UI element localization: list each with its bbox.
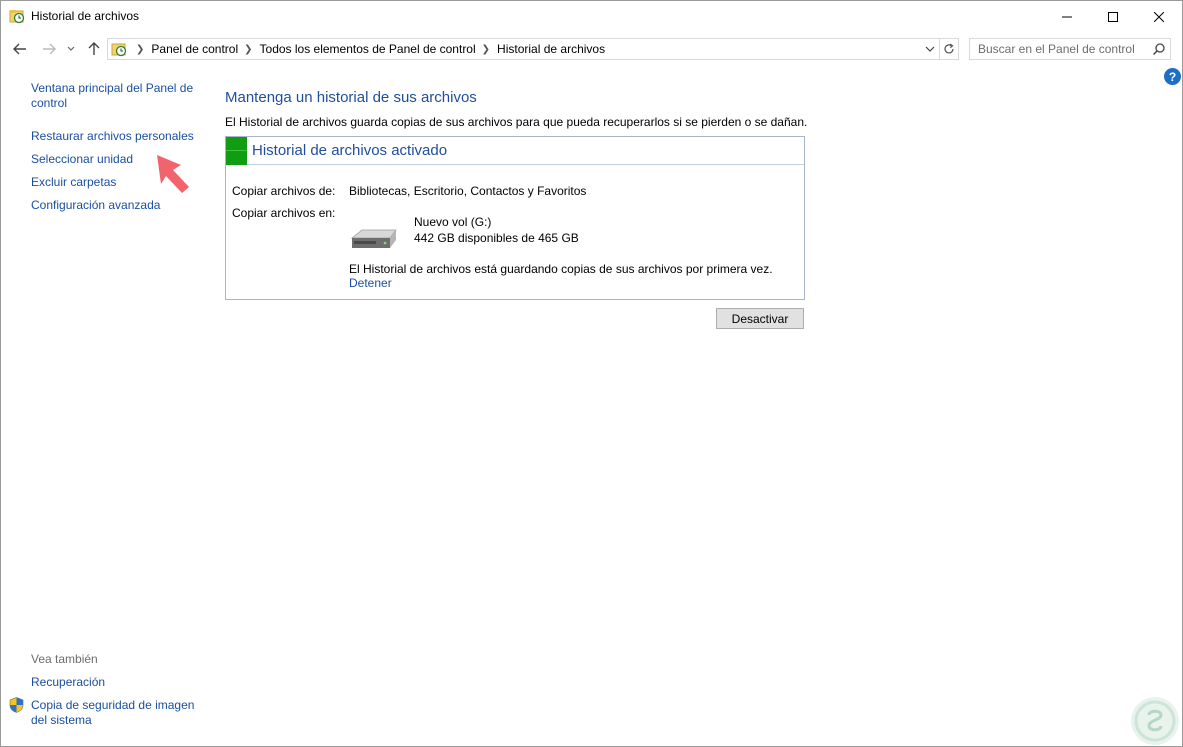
up-button[interactable] xyxy=(85,40,103,58)
page-title: Mantenga un historial de sus archivos xyxy=(225,89,477,106)
deactivate-button[interactable]: Desactivar xyxy=(716,308,804,329)
copy-from-label: Copiar archivos de: xyxy=(232,184,336,198)
exclude-folders-link[interactable]: Excluir carpetas xyxy=(31,175,116,190)
select-drive-link[interactable]: Seleccionar unidad xyxy=(31,152,133,167)
stop-link[interactable]: Detener xyxy=(349,276,392,290)
recent-locations-button[interactable] xyxy=(65,40,77,58)
up-arrow-icon xyxy=(88,42,100,55)
uac-shield-icon xyxy=(9,697,24,713)
copy-from-value: Bibliotecas, Escritorio, Contactos y Fav… xyxy=(349,184,587,198)
breadcrumb: ❯ Panel de control ❯ Todos los elementos… xyxy=(130,42,605,56)
panel-title: Historial de archivos activado xyxy=(252,142,448,159)
panel-header: Historial de archivos activado xyxy=(226,137,804,165)
breadcrumb-separator-icon[interactable]: ❯ xyxy=(482,44,490,55)
title-bar: Historial de archivos xyxy=(1,1,1182,32)
back-arrow-icon xyxy=(13,43,26,55)
chevron-down-icon xyxy=(67,46,75,51)
help-icon[interactable]: ? xyxy=(1164,68,1181,85)
see-also-heading: Vea también xyxy=(31,652,98,666)
navigation-bar: ❯ Panel de control ❯ Todos los elementos… xyxy=(1,32,1182,66)
status-indicator xyxy=(226,137,247,165)
file-history-window: Historial de archivos ❯ Panel de control… xyxy=(0,0,1183,747)
copy-to-label: Copiar archivos en: xyxy=(232,206,336,220)
drive-space: 442 GB disponibles de 465 GB xyxy=(414,231,579,245)
back-button[interactable] xyxy=(11,40,29,58)
system-image-backup-link[interactable]: Copia de seguridad de imagen del sistema xyxy=(31,698,211,728)
watermark-logo xyxy=(1131,697,1179,745)
recovery-link[interactable]: Recuperación xyxy=(31,675,105,689)
forward-arrow-icon xyxy=(43,43,56,55)
restore-personal-files-link[interactable]: Restaurar archivos personales xyxy=(31,129,194,144)
file-history-icon xyxy=(9,10,25,24)
page-description: El Historial de archivos guarda copias d… xyxy=(225,115,808,129)
chevron-down-icon xyxy=(925,46,935,52)
hard-drive-icon xyxy=(350,229,397,248)
refresh-icon xyxy=(943,43,954,54)
minimize-icon xyxy=(1062,16,1072,17)
forward-button[interactable] xyxy=(40,40,58,58)
close-button[interactable] xyxy=(1136,1,1182,32)
close-icon xyxy=(1154,11,1164,22)
minimize-button[interactable] xyxy=(1044,1,1090,32)
breadcrumb-separator-icon[interactable]: ❯ xyxy=(136,44,144,55)
control-panel-icon xyxy=(111,43,127,57)
search-box[interactable] xyxy=(969,38,1171,60)
address-bar[interactable]: ❯ Panel de control ❯ Todos los elementos… xyxy=(107,38,940,60)
status-message: El Historial de archivos está guardando … xyxy=(349,262,773,276)
search-icon[interactable] xyxy=(1152,42,1166,56)
advanced-settings-link[interactable]: Configuración avanzada xyxy=(31,198,160,213)
file-history-status-panel: Historial de archivos activado Copiar ar… xyxy=(225,136,805,300)
breadcrumb-all-items[interactable]: Todos los elementos de Panel de control xyxy=(260,42,476,56)
address-dropdown-button[interactable] xyxy=(921,39,939,59)
window-title: Historial de archivos xyxy=(31,9,140,23)
control-panel-home-link[interactable]: Ventana principal del Panel de control xyxy=(31,81,201,111)
maximize-button[interactable] xyxy=(1090,1,1136,32)
pointer-arrow-annotation xyxy=(157,155,189,193)
drive-name: Nuevo vol (G:) xyxy=(414,215,492,229)
maximize-icon xyxy=(1108,11,1118,22)
breadcrumb-control-panel[interactable]: Panel de control xyxy=(151,42,238,56)
breadcrumb-file-history[interactable]: Historial de archivos xyxy=(497,42,605,56)
refresh-button[interactable] xyxy=(939,38,959,60)
breadcrumb-separator-icon[interactable]: ❯ xyxy=(244,44,252,55)
search-input[interactable] xyxy=(970,39,1150,59)
